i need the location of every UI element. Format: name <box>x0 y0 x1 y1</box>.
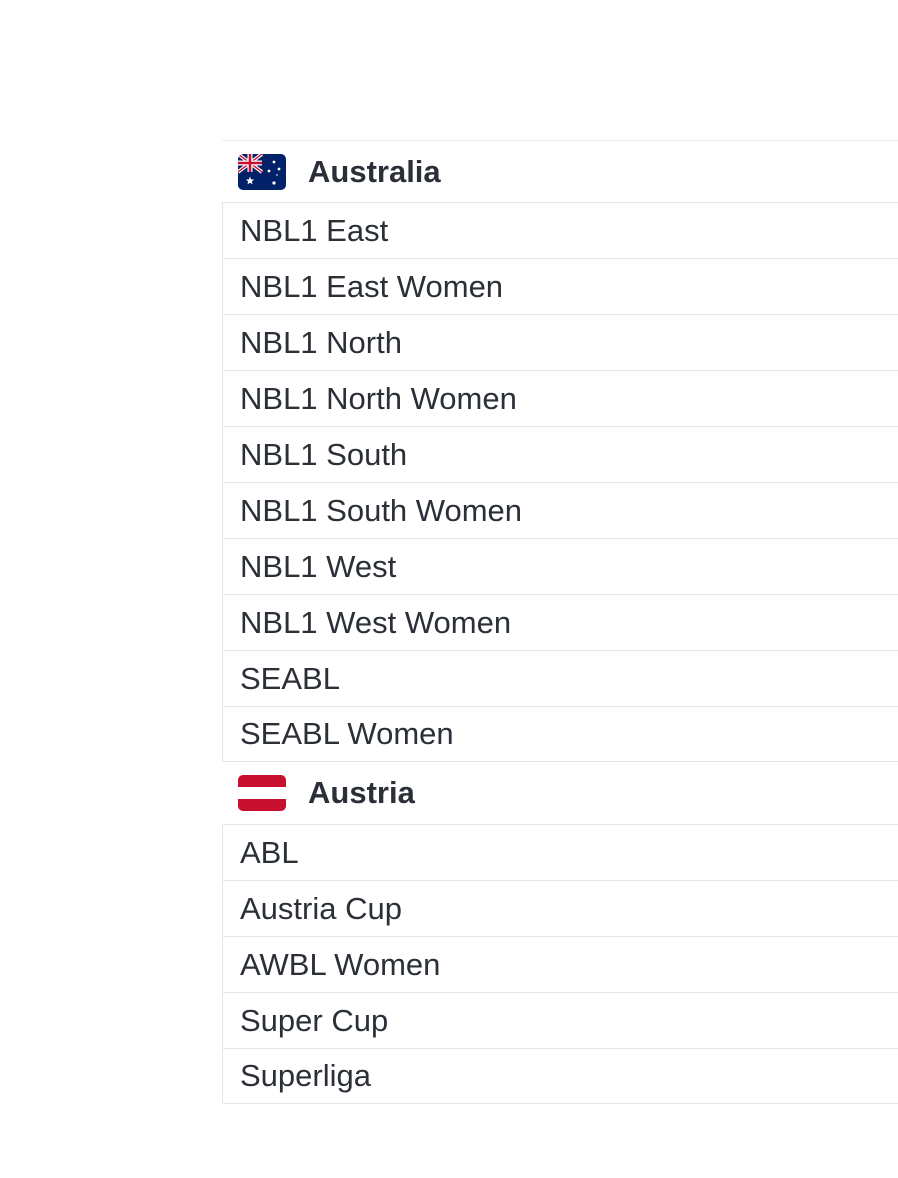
league-name: AWBL Women <box>240 946 441 982</box>
league-item[interactable]: ABL <box>222 824 898 880</box>
league-name: SEABL <box>240 660 340 696</box>
league-item[interactable]: NBL1 East Women <box>222 258 898 314</box>
country-name: Austria <box>308 775 415 810</box>
league-item[interactable]: NBL1 North <box>222 314 898 370</box>
league-item[interactable]: SEABL Women <box>222 706 898 762</box>
league-name: NBL1 North <box>240 324 402 360</box>
league-item[interactable]: NBL1 East <box>222 202 898 258</box>
league-name: NBL1 East <box>240 212 389 248</box>
league-item[interactable]: SEABL <box>222 650 898 706</box>
league-item[interactable]: Austria Cup <box>222 880 898 936</box>
league-name: NBL1 West <box>240 548 397 584</box>
league-item[interactable]: NBL1 West <box>222 538 898 594</box>
country-header-austria[interactable]: Austria <box>222 762 898 824</box>
league-name: SEABL Women <box>240 716 454 751</box>
league-name: Austria Cup <box>240 890 402 926</box>
league-item[interactable]: Super Cup <box>222 992 898 1048</box>
league-name: Superliga <box>240 1058 371 1093</box>
league-item[interactable]: Superliga <box>222 1048 898 1104</box>
country-header-australia[interactable]: Australia <box>222 140 898 202</box>
league-name: NBL1 East Women <box>240 268 504 304</box>
australia-flag-icon <box>238 153 286 190</box>
league-item[interactable]: NBL1 North Women <box>222 370 898 426</box>
league-item[interactable]: AWBL Women <box>222 936 898 992</box>
league-name: NBL1 South Women <box>240 492 523 528</box>
league-item[interactable]: NBL1 South Women <box>222 482 898 538</box>
country-name: Australia <box>308 153 441 189</box>
league-item[interactable]: NBL1 South <box>222 426 898 482</box>
league-name: NBL1 South <box>240 436 408 472</box>
league-name: NBL1 West Women <box>240 604 512 640</box>
austria-flag-icon <box>238 775 286 811</box>
league-name: Super Cup <box>240 1002 389 1038</box>
league-name: ABL <box>240 834 299 870</box>
league-list: Australia NBL1 East NBL1 East Women NBL1… <box>222 140 898 1104</box>
league-name: NBL1 North Women <box>240 380 517 416</box>
league-item[interactable]: NBL1 West Women <box>222 594 898 650</box>
